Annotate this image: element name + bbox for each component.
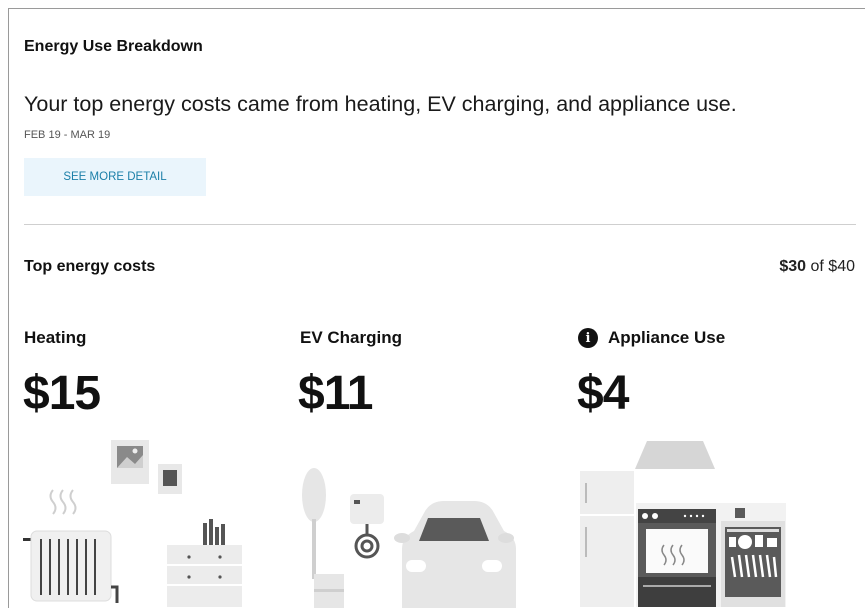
divider	[24, 224, 856, 225]
date-range: FEB 19 - MAR 19	[24, 129, 111, 141]
info-icon[interactable]: i	[578, 328, 598, 348]
see-more-detail-button[interactable]: SEE MORE DETAIL	[24, 158, 206, 196]
total-of: of $40	[810, 258, 855, 275]
category-label-appliance: i Appliance Use	[578, 328, 725, 348]
ev-charging-label: EV Charging	[300, 328, 403, 347]
summary-text: Your top energy costs came from heating,…	[24, 92, 737, 116]
heating-amount: $15	[23, 367, 101, 420]
total-used: $30	[779, 258, 807, 275]
ev-car-charger-illustration	[302, 468, 516, 608]
category-label-ev: EV Charging	[300, 328, 402, 348]
kitchen-appliances-illustration	[580, 441, 786, 607]
energy-use-card: Energy Use Breakdown Your top energy cos…	[8, 8, 865, 608]
ev-charging-amount: $11	[298, 367, 373, 420]
top-costs-title: Top energy costs	[24, 258, 156, 275]
heating-label: Heating	[24, 328, 87, 347]
category-label-heating: Heating	[24, 328, 86, 348]
radiator-room-illustration	[23, 440, 242, 607]
total-cost: $30 of $40	[779, 258, 855, 276]
appliance-use-label: Appliance Use	[608, 328, 726, 347]
appliance-use-amount: $4	[577, 367, 629, 420]
card-title: Energy Use Breakdown	[24, 38, 203, 55]
